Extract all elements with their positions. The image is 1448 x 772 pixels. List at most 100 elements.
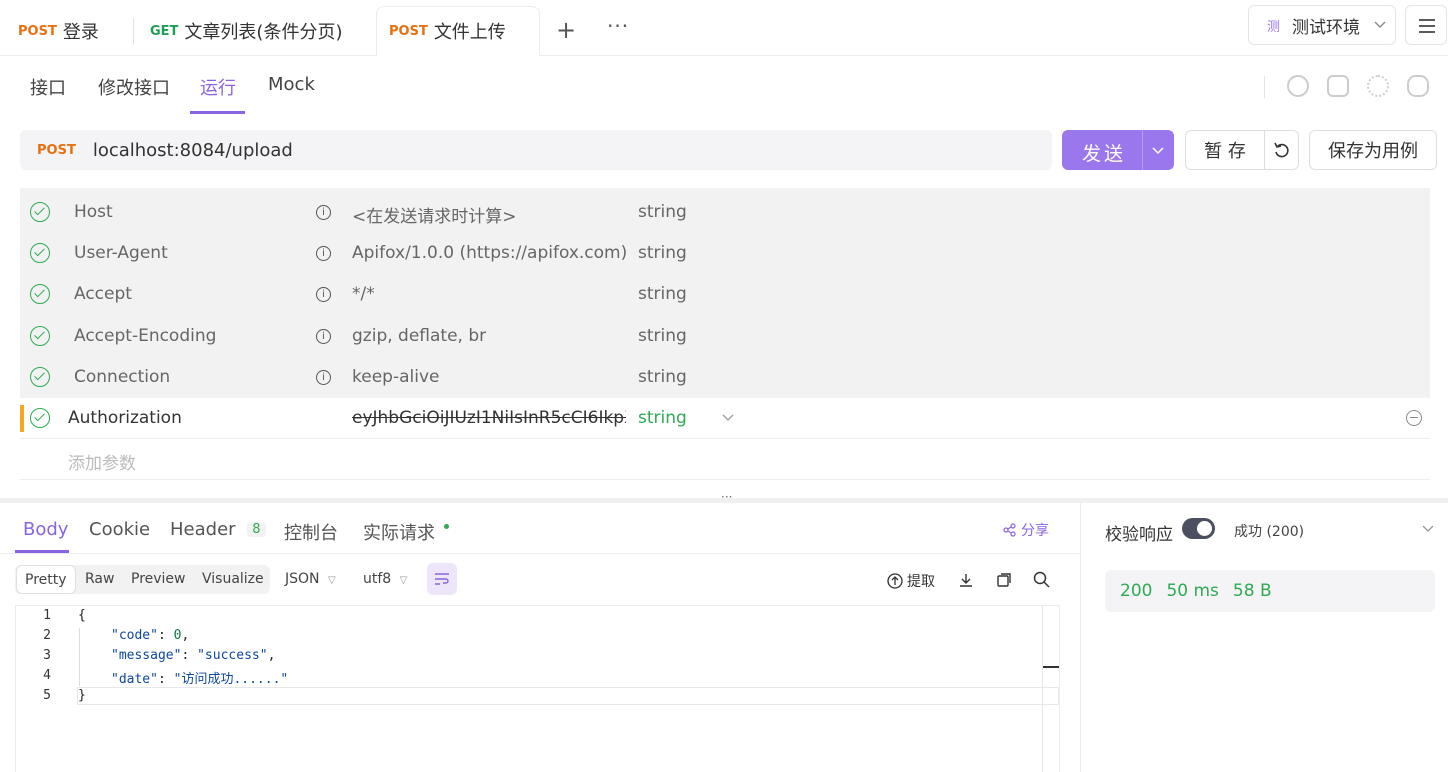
url-input[interactable]: localhost:8084/upload: [93, 140, 293, 161]
code-line: }: [78, 688, 86, 703]
line-number: 3: [43, 648, 51, 663]
line-number: 2: [43, 628, 51, 643]
menu-button[interactable]: [1405, 5, 1447, 45]
header-value[interactable]: eyJhbGciOiJIUzI1NiIsInR5cCI6IkpXVCJ9: [352, 408, 626, 428]
save-as-case-button[interactable]: 保存为用例: [1309, 130, 1437, 170]
subtab-run[interactable]: 运行: [200, 74, 236, 100]
chevron-down-icon: ▽: [327, 575, 336, 586]
share-label: 分享: [1021, 523, 1049, 539]
extract-button[interactable]: 提取: [887, 571, 935, 591]
settings-icon[interactable]: [1407, 75, 1429, 97]
tab-actual-request-label: 实际请求: [363, 523, 435, 544]
subtab-mock[interactable]: Mock: [268, 74, 315, 95]
add-tab-icon[interactable]: +: [556, 16, 576, 44]
current-line-highlight: [77, 687, 1059, 705]
info-icon[interactable]: i: [316, 370, 331, 385]
check-circle-icon[interactable]: [30, 408, 50, 428]
subtab-interface[interactable]: 接口: [30, 74, 66, 100]
method-badge: POST: [18, 23, 57, 39]
copy-icon[interactable]: [996, 572, 1012, 588]
tab-login[interactable]: POST 登录: [18, 6, 99, 56]
share-icon: [1003, 523, 1016, 537]
format-select[interactable]: JSON ▽: [285, 571, 336, 587]
download-icon[interactable]: [958, 572, 974, 588]
header-key: Accept-Encoding: [74, 326, 217, 346]
header-key[interactable]: Authorization: [68, 408, 182, 428]
check-circle-icon[interactable]: [30, 202, 50, 222]
tab-article-list[interactable]: GET 文章列表(条件分页): [150, 6, 342, 56]
panel-resize-handle[interactable]: ···: [0, 490, 1448, 504]
send-button[interactable]: 发送: [1062, 130, 1174, 170]
check-circle-icon[interactable]: [30, 243, 50, 263]
header-key: Accept: [74, 284, 132, 304]
tab-console[interactable]: 控制台: [284, 519, 338, 545]
tab-header[interactable]: Header 8: [170, 519, 266, 540]
header-type: string: [638, 202, 687, 222]
tab-cookie[interactable]: Cookie: [89, 519, 150, 540]
hamburger-icon: [1419, 19, 1435, 33]
copy-icon[interactable]: [1327, 75, 1349, 97]
url-bar[interactable]: POST localhost:8084/upload: [20, 130, 1052, 170]
line-number: 4: [43, 668, 51, 683]
share-link-icon[interactable]: [1367, 75, 1389, 97]
tab-file-upload[interactable]: POST 文件上传: [376, 6, 540, 56]
environment-selector[interactable]: 测 测试环境: [1248, 5, 1396, 45]
share-button[interactable]: 分享: [1003, 520, 1049, 540]
request-tabs-bar: POST 登录 GET 文章列表(条件分页) POST 文件上传 + ··· 测…: [0, 0, 1448, 56]
reset-button[interactable]: [1264, 130, 1299, 170]
json-value: 0: [173, 628, 182, 643]
header-value: gzip, deflate, br: [352, 326, 487, 346]
search-icon[interactable]: [1033, 571, 1050, 588]
check-circle-icon[interactable]: [30, 367, 50, 387]
chevron-down-icon[interactable]: [722, 414, 734, 422]
refresh-icon: [1273, 142, 1289, 158]
validate-toggle[interactable]: [1182, 518, 1215, 539]
header-key: Connection: [74, 367, 171, 387]
toggle-knob: [1197, 521, 1212, 536]
save-draft-button[interactable]: 暂 存: [1185, 130, 1265, 170]
validate-label: 校验响应: [1105, 525, 1173, 545]
mode-pretty[interactable]: Pretty: [16, 565, 76, 594]
method-selector[interactable]: POST: [37, 143, 76, 158]
check-circle-icon[interactable]: [30, 326, 50, 346]
code-line: {: [78, 608, 86, 623]
tab-header-label: Header: [170, 519, 236, 540]
right-panel-divider: [1080, 503, 1081, 772]
header-row: Accept i */* string: [20, 274, 1430, 315]
header-type[interactable]: string: [638, 408, 687, 428]
scroll-position-marker: [1043, 666, 1059, 668]
more-tabs-icon[interactable]: ···: [607, 14, 629, 38]
history-icon[interactable]: [1287, 75, 1309, 97]
tab-label: 文章列表(条件分页): [184, 22, 343, 43]
chevron-down-icon[interactable]: [1152, 147, 1164, 155]
header-value: Apifox/1.0.0 (https://apifox.com): [352, 243, 628, 263]
header-row: Host i <在发送请求时计算> string: [20, 192, 1430, 233]
info-icon[interactable]: i: [316, 205, 331, 220]
line-number: 5: [43, 688, 51, 703]
check-circle-icon[interactable]: [30, 284, 50, 304]
mode-visualize[interactable]: Visualize: [194, 565, 272, 594]
info-icon[interactable]: i: [316, 329, 331, 344]
modified-marker: [20, 405, 24, 432]
chevron-down-icon[interactable]: [1422, 525, 1434, 533]
wrap-toggle-button[interactable]: [427, 563, 457, 595]
subtab-edit-interface[interactable]: 修改接口: [98, 74, 170, 100]
chevron-down-icon: ▽: [399, 575, 408, 586]
remove-row-icon[interactable]: [1406, 410, 1422, 426]
header-type: string: [638, 284, 687, 304]
header-value: */*: [352, 284, 375, 304]
header-type: string: [638, 243, 687, 263]
mode-raw[interactable]: Raw: [77, 565, 122, 594]
tab-body[interactable]: Body: [23, 519, 68, 540]
header-type: string: [638, 326, 687, 346]
encoding-select[interactable]: utf8 ▽: [363, 571, 407, 587]
tab-label: 登录: [62, 22, 99, 43]
response-stats: 200 50 ms 58 B: [1105, 570, 1435, 612]
add-param-input[interactable]: 添加参数: [68, 449, 136, 474]
header-value: <在发送请求时计算>: [352, 207, 517, 227]
mode-preview[interactable]: Preview: [123, 565, 194, 594]
info-icon[interactable]: i: [316, 246, 331, 261]
tab-actual-request[interactable]: 实际请求: [363, 519, 449, 545]
info-icon[interactable]: i: [316, 287, 331, 302]
send-label: 发送: [1082, 143, 1127, 165]
